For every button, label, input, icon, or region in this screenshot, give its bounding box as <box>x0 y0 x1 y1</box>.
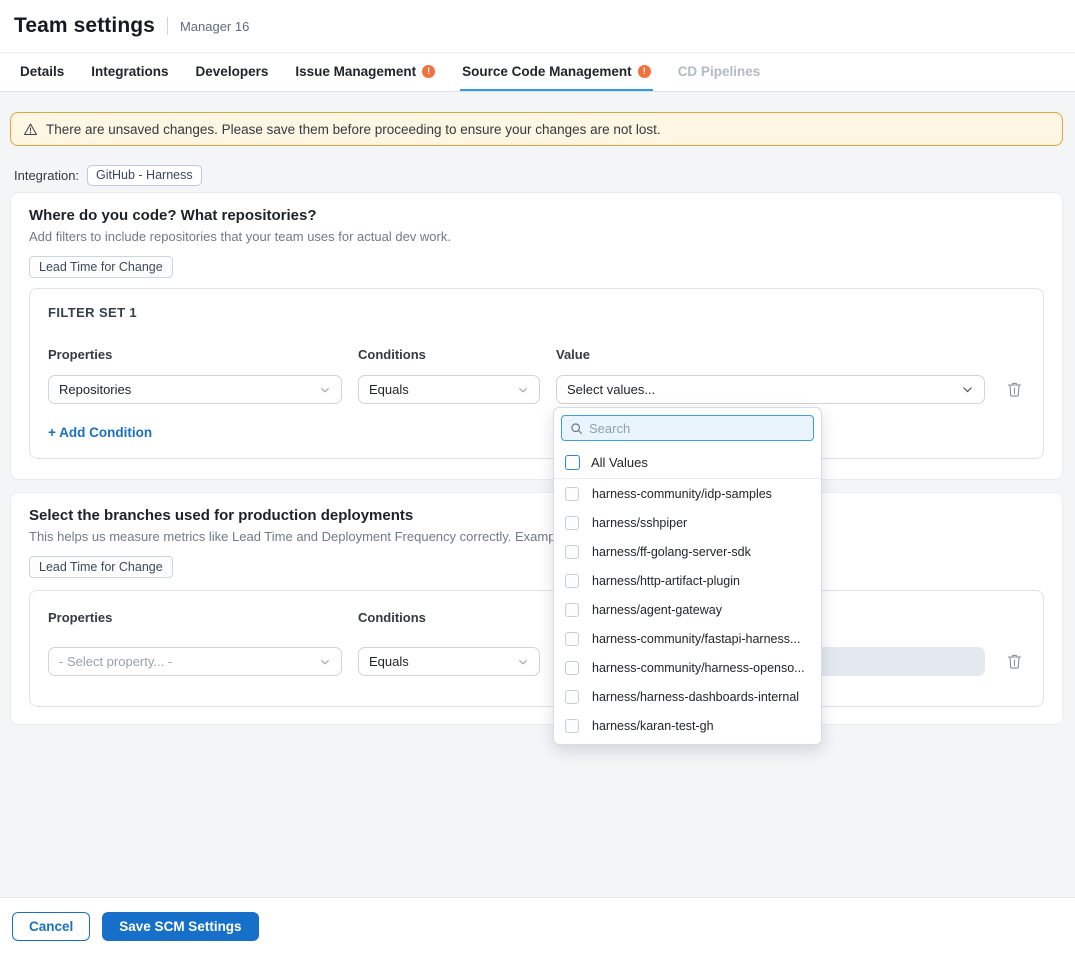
add-condition-button[interactable]: + Add Condition <box>48 425 152 440</box>
properties-label: Properties <box>48 347 342 362</box>
dropdown-option[interactable]: harness/agent-gateway <box>554 595 821 624</box>
page-subtitle: Manager 16 <box>180 19 249 34</box>
value-label: Value <box>556 347 985 362</box>
tab-integrations[interactable]: Integrations <box>89 53 170 91</box>
search-input[interactable] <box>589 421 805 436</box>
option-checkbox[interactable] <box>565 487 579 501</box>
repositories-card-title: Where do you code? What repositories? <box>29 207 1044 224</box>
search-icon <box>570 422 583 435</box>
option-checkbox[interactable] <box>565 603 579 617</box>
option-checkbox[interactable] <box>565 632 579 646</box>
cancel-button[interactable]: Cancel <box>12 912 90 941</box>
chevron-down-icon <box>319 656 331 668</box>
tab-source-code-management[interactable]: Source Code Management ! <box>460 53 653 91</box>
option-checkbox[interactable] <box>565 516 579 530</box>
filter-column-labels: Properties Conditions <box>48 607 1025 627</box>
branches-card-subtitle: This helps us measure metrics like Lead … <box>29 529 1044 544</box>
conditions-label: Conditions <box>358 347 540 362</box>
page-title: Team settings <box>14 14 155 38</box>
value-multiselect[interactable]: Select values... <box>556 375 985 404</box>
unsaved-changes-banner: There are unsaved changes. Please save t… <box>10 112 1063 146</box>
warning-badge-icon: ! <box>638 65 651 78</box>
conditions-label: Conditions <box>358 610 540 625</box>
tab-issue-management[interactable]: Issue Management ! <box>293 53 437 91</box>
property-select[interactable]: - Select property... - <box>48 647 342 676</box>
chevron-down-icon <box>961 383 974 396</box>
repositories-card-subtitle: Add filters to include repositories that… <box>29 229 1044 244</box>
tab-developers[interactable]: Developers <box>194 53 271 91</box>
dropdown-option[interactable]: harness/ff-golang-server-sdk <box>554 537 821 566</box>
delete-filter-button[interactable] <box>1005 380 1023 400</box>
option-checkbox[interactable] <box>565 690 579 704</box>
lead-time-tag: Lead Time for Change <box>29 256 173 278</box>
save-scm-settings-button[interactable]: Save SCM Settings <box>102 912 258 941</box>
tab-cd-pipelines: CD Pipelines <box>676 53 763 91</box>
chevron-down-icon <box>517 656 529 668</box>
filter-set-title: FILTER SET 1 <box>48 305 1025 320</box>
all-values-label: All Values <box>591 455 648 470</box>
option-checkbox[interactable] <box>565 545 579 559</box>
banner-text: There are unsaved changes. Please save t… <box>46 122 661 137</box>
select-all-option[interactable]: All Values <box>554 448 821 479</box>
filter-set-1: FILTER SET 1 Properties Conditions Value… <box>29 288 1044 459</box>
dropdown-option[interactable]: harness/sshpiper <box>554 508 821 537</box>
option-checkbox[interactable] <box>565 661 579 675</box>
branches-card-title: Select the branches used for production … <box>29 507 1044 524</box>
chevron-down-icon <box>319 384 331 396</box>
warning-triangle-icon <box>23 122 38 137</box>
chevron-down-icon <box>517 384 529 396</box>
title-divider <box>167 17 168 35</box>
filter-row: - Select property... - Equals <box>48 647 1025 676</box>
all-values-checkbox[interactable] <box>565 455 580 470</box>
warning-badge-icon: ! <box>422 65 435 78</box>
option-checkbox[interactable] <box>565 574 579 588</box>
tab-bar: Details Integrations Developers Issue Ma… <box>0 53 1075 92</box>
condition-select[interactable]: Equals <box>358 647 540 676</box>
dropdown-option[interactable]: harness/karan-test-gh <box>554 711 821 740</box>
delete-filter-button[interactable] <box>1005 652 1023 672</box>
lead-time-tag: Lead Time for Change <box>29 556 173 578</box>
option-checkbox[interactable] <box>565 719 579 733</box>
dropdown-option[interactable]: harness/harness-dashboards-internal <box>554 682 821 711</box>
properties-label: Properties <box>48 610 342 625</box>
filter-row: Repositories Equals Select values... <box>48 375 1025 404</box>
integration-label: Integration: <box>14 168 79 183</box>
dropdown-option[interactable]: harness/http-artifact-plugin <box>554 566 821 595</box>
branches-filter-set: Properties Conditions - Select property.… <box>29 590 1044 707</box>
filter-column-labels: Properties Conditions Value <box>48 344 1025 364</box>
page-header: Team settings Manager 16 <box>0 0 1075 53</box>
dropdown-option-clipped[interactable]: harness/… <box>554 740 821 745</box>
condition-select[interactable]: Equals <box>358 375 540 404</box>
property-select[interactable]: Repositories <box>48 375 342 404</box>
integration-chip[interactable]: GitHub - Harness <box>87 165 202 186</box>
dropdown-option[interactable]: harness-community/harness-openso... <box>554 653 821 682</box>
dropdown-search <box>561 415 814 441</box>
branches-card: Select the branches used for production … <box>10 492 1063 725</box>
tab-details[interactable]: Details <box>18 53 66 91</box>
repositories-card: Where do you code? What repositories? Ad… <box>10 192 1063 480</box>
dropdown-option[interactable]: harness-community/fastapi-harness... <box>554 624 821 653</box>
dropdown-options-list: harness-community/idp-samples harness/ss… <box>554 479 821 745</box>
footer-action-bar: Cancel Save SCM Settings <box>0 897 1075 954</box>
integration-row: Integration: GitHub - Harness <box>14 164 202 186</box>
dropdown-option[interactable]: harness-community/idp-samples <box>554 479 821 508</box>
value-dropdown-panel: All Values harness-community/idp-samples… <box>553 407 822 745</box>
